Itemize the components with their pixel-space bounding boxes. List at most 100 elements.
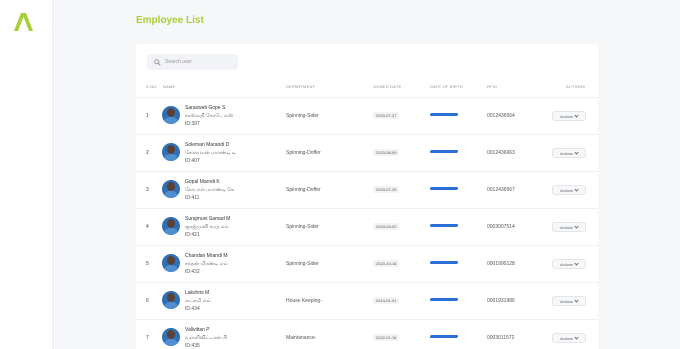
employee-native-name: சூரஜ்முனி சமத் எம் — [185, 224, 229, 230]
department: House Keeping- — [286, 298, 322, 304]
avatar — [162, 180, 180, 198]
column-name: NAME — [163, 84, 176, 89]
employee-name-block: Gopal Marndi K கோபால் மார்ண்டி கே ID:411 — [185, 178, 234, 202]
row-sno: 5 — [146, 261, 149, 267]
department: Spinning-Doffer — [286, 187, 321, 193]
row-sno: 1 — [146, 113, 149, 119]
employee-native-name: சோலமான் மராண்டி டி — [185, 150, 236, 156]
search-input[interactable] — [165, 59, 235, 65]
joined-date: 2014-01-01 — [373, 297, 400, 304]
actions-button[interactable]: Actions — [552, 259, 586, 269]
rfid: 0001990128 — [487, 261, 515, 267]
employee-name-block: Chandan Mrandi M சந்தன் மிரண்டி எம் ID:4… — [185, 252, 228, 276]
employee-name-block: Vallvittan P வள்ளிவிட்டான் பி ID:435 — [185, 326, 227, 349]
chevron-down-icon — [574, 260, 579, 266]
search-box[interactable] — [147, 54, 238, 70]
actions-button[interactable]: Actions — [552, 296, 586, 306]
employee-native-name: லட்சுமி எம் — [185, 298, 211, 304]
search-icon — [154, 58, 161, 66]
actions-button[interactable]: Actions — [552, 111, 586, 121]
employee-native-name: கோபால் மார்ண்டி கே — [185, 187, 234, 193]
table-header: S.NO NAME DEPARTMENT JOINED DATE DATE OF… — [136, 84, 598, 94]
avatar — [162, 254, 180, 272]
rfid: 0003007514 — [487, 224, 515, 230]
employee-id: ID:411 — [185, 195, 200, 201]
chevron-down-icon — [574, 334, 579, 340]
actions-label: Actions — [559, 224, 574, 230]
employee-name[interactable]: Gopal Marndi K — [185, 178, 234, 186]
date-of-birth-redacted — [429, 298, 459, 302]
table-row: 3 Gopal Marndi K கோபால் மார்ண்டி கே ID:4… — [136, 171, 598, 208]
column-sno: S.NO — [146, 84, 157, 89]
joined-date: 2022-01-16 — [373, 334, 400, 341]
chevron-down-icon — [574, 223, 579, 229]
employee-name-block: Surajmuni Samad M சூரஜ்முனி சமத் எம் ID:… — [185, 215, 230, 239]
employee-name[interactable]: Soleman Marandi D — [185, 141, 236, 149]
table-row: 2 Soleman Marandi D சோலமான் மராண்டி டி I… — [136, 134, 598, 171]
date-of-birth-redacted — [429, 261, 459, 265]
rfid: 0003011572 — [487, 335, 515, 341]
avatar — [162, 291, 180, 309]
rfid: 0012436663 — [487, 150, 515, 156]
column-joined-date: JOINED DATE — [373, 84, 402, 89]
chevron-down-icon — [574, 186, 579, 192]
table-row: 4 Surajmuni Samad M சூரஜ்முனி சமத் எம் I… — [136, 208, 598, 245]
joined-date: 2023-03-02 — [373, 223, 400, 230]
joined-date: 2023-08-09 — [373, 149, 400, 156]
employee-id: ID:397 — [185, 121, 200, 127]
actions-label: Actions — [559, 298, 574, 304]
actions-button[interactable]: Actions — [552, 148, 586, 158]
employee-name[interactable]: Chandan Mrandi M — [185, 252, 228, 260]
column-rfid: RFID — [487, 84, 498, 89]
department: Spinning-Sider — [286, 113, 319, 119]
employee-name-block: Soleman Marandi D சோலமான் மராண்டி டி ID:… — [185, 141, 236, 165]
employee-table-card: S.NO NAME DEPARTMENT JOINED DATE DATE OF… — [136, 44, 598, 349]
actions-button[interactable]: Actions — [552, 185, 586, 195]
employee-id: ID:434 — [185, 306, 200, 312]
employee-name[interactable]: Surajmuni Samad M — [185, 215, 230, 223]
employee-native-name: சரஸ்வதி கோபே எஸ் — [185, 113, 234, 119]
actions-label: Actions — [559, 113, 574, 119]
employee-id: ID:421 — [185, 232, 200, 238]
department: Maintanance- — [286, 335, 317, 341]
table-row: 5 Chandan Mrandi M சந்தன் மிரண்டி எம் ID… — [136, 245, 598, 282]
chevron-down-icon — [574, 149, 579, 155]
employee-name-block: Saraswati Gope S சரஸ்வதி கோபே எஸ் ID:397 — [185, 104, 233, 128]
department: Spinning-Sider — [286, 261, 319, 267]
avatar — [162, 328, 180, 346]
date-of-birth-redacted — [429, 150, 459, 154]
joined-date: 2023-07-25 — [373, 186, 400, 193]
date-of-birth-redacted — [429, 335, 459, 339]
department: Spinning-Doffer — [286, 150, 321, 156]
department: Spinning-Sider — [286, 224, 319, 230]
rfid: 0012436567 — [487, 187, 515, 193]
date-of-birth-redacted — [429, 113, 459, 117]
column-date-of-birth: DATE OF BIRTH — [430, 84, 463, 89]
actions-button[interactable]: Actions — [552, 333, 586, 343]
actions-label: Actions — [559, 187, 574, 193]
employee-native-name: சந்தன் மிரண்டி எம் — [185, 261, 228, 267]
employee-name[interactable]: Saraswati Gope S — [185, 104, 233, 112]
actions-label: Actions — [559, 261, 574, 267]
employee-name[interactable]: Vallvittan P — [185, 326, 227, 334]
employee-id: ID:407 — [185, 158, 200, 164]
table-row: 6 Lakshmi M லட்சுமி எம் ID:434 House Kee… — [136, 282, 598, 319]
column-department: DEPARTMENT — [286, 84, 316, 89]
date-of-birth-redacted — [429, 187, 459, 191]
date-of-birth-redacted — [429, 224, 459, 228]
app-logo-icon[interactable] — [14, 13, 36, 31]
avatar — [162, 143, 180, 161]
employee-name-block: Lakshmi M லட்சுமி எம் ID:434 — [185, 289, 211, 313]
actions-label: Actions — [559, 150, 574, 156]
joined-date: 2023-10-16 — [373, 260, 400, 267]
actions-label: Actions — [559, 335, 574, 341]
page-title: Employee List — [136, 15, 204, 26]
chevron-down-icon — [574, 112, 579, 118]
joined-date: 2023-07-27 — [373, 112, 400, 119]
actions-button[interactable]: Actions — [552, 222, 586, 232]
avatar — [162, 217, 180, 235]
employee-name[interactable]: Lakshmi M — [185, 289, 211, 297]
column-actions: ACTIONS — [566, 84, 586, 89]
rfid: 0012436564 — [487, 113, 515, 119]
avatar — [162, 106, 180, 124]
